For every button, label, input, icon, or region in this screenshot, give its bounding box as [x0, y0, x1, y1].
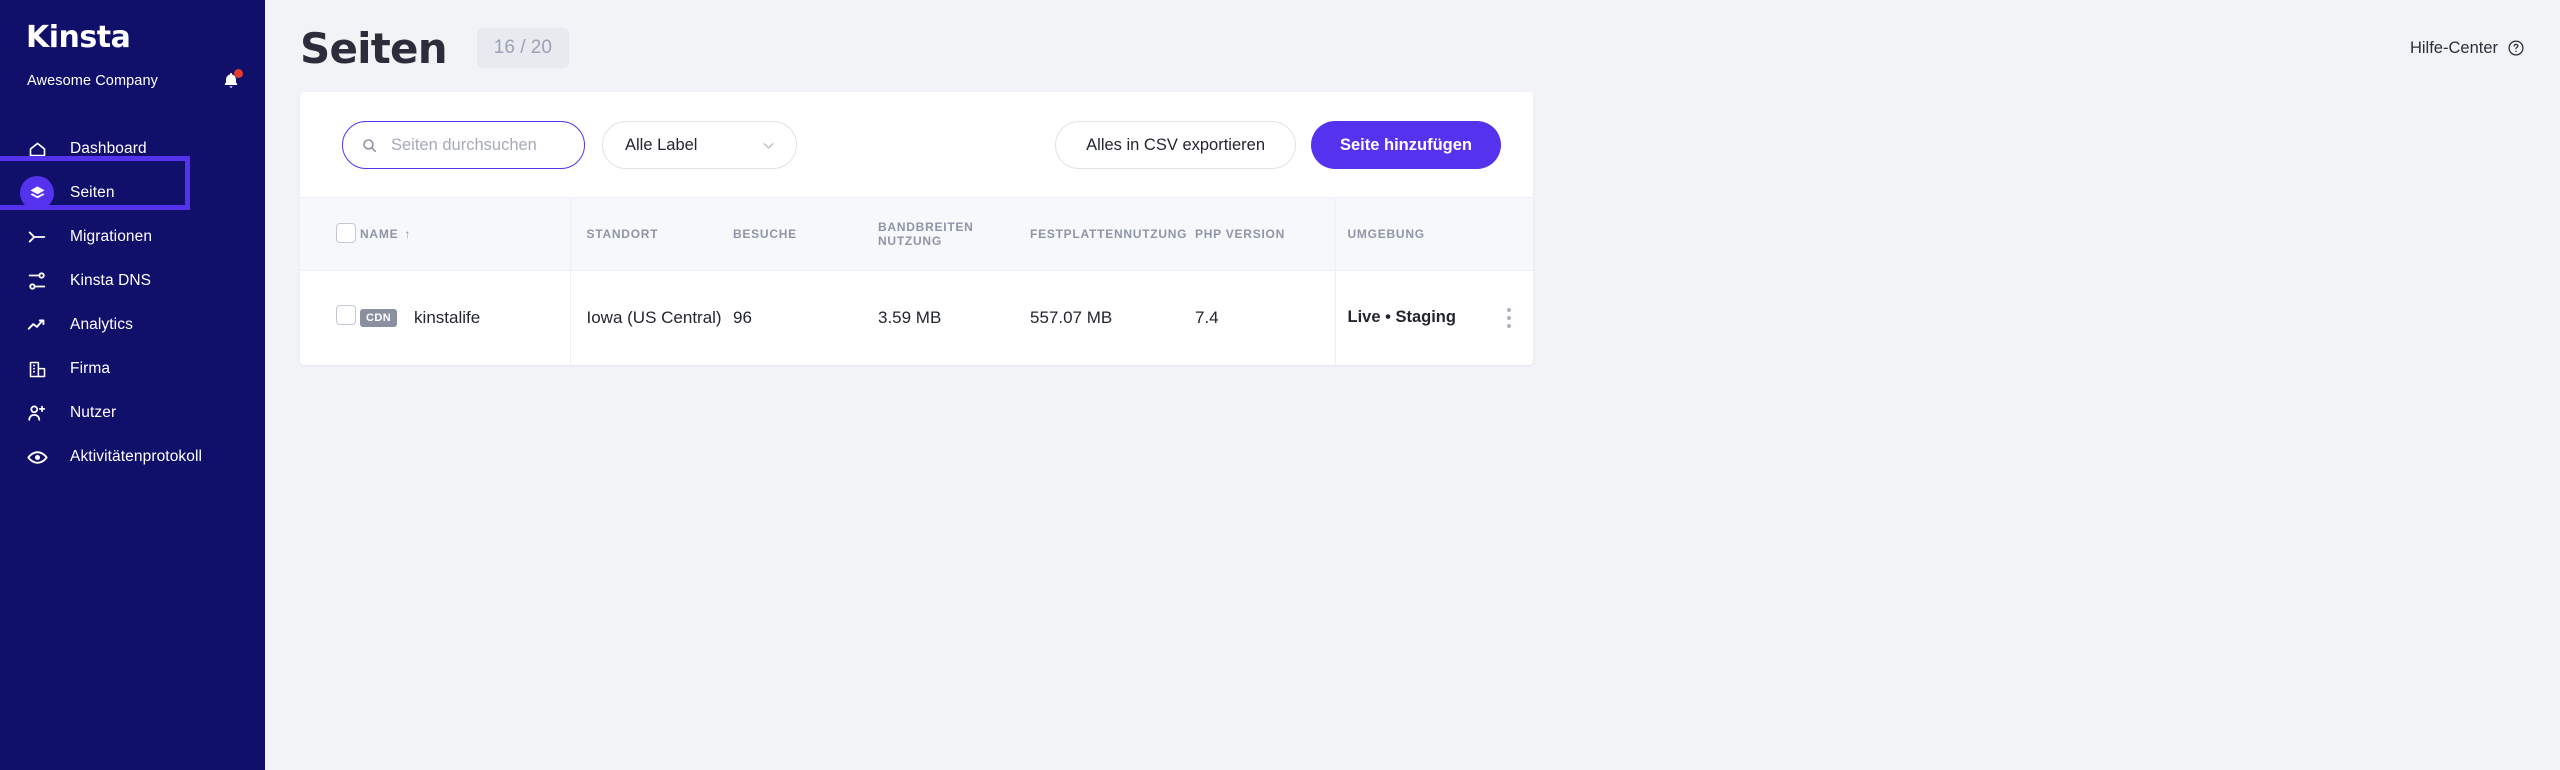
chevron-down-icon — [763, 142, 774, 149]
sidebar-item-migrationen[interactable]: Migrationen — [0, 215, 265, 259]
page-header: Seiten 16 / 20 Hilfe-Center — [300, 0, 2530, 90]
th-php-version[interactable]: PHP VERSION — [1195, 197, 1335, 271]
sidebar: Kinsta Awesome Company Dashboard Seiten … — [0, 0, 265, 770]
sidebar-item-label: Kinsta DNS — [70, 272, 152, 289]
trend-up-icon — [22, 314, 52, 336]
table-head: NAME ↑ STANDORT BESUCHE BANDBREITEN NUTZU… — [300, 197, 1533, 271]
notifications-button[interactable] — [221, 69, 243, 92]
environment-label: Live • Staging — [1347, 308, 1456, 327]
sidebar-item-label: Seiten — [70, 184, 115, 201]
user-plus-icon — [22, 402, 52, 424]
eye-icon — [22, 446, 52, 469]
sidebar-item-label: Firma — [70, 360, 111, 377]
home-icon — [22, 139, 52, 160]
sidebar-item-firma[interactable]: Firma — [0, 347, 265, 391]
migrate-icon — [22, 226, 52, 248]
row-location-cell: Iowa (US Central) — [569, 270, 733, 365]
sidebar-item-kinsta-dns[interactable]: Kinsta DNS — [0, 259, 265, 303]
sidebar-item-label: Migrationen — [70, 228, 153, 245]
sidebar-item-label: Aktivitätenprotokoll — [70, 448, 203, 465]
sidebar-item-analytics[interactable]: Analytics — [0, 303, 265, 347]
sites-toolbar: Seiten durchsuchen Alle Label Alles in C… — [300, 92, 1533, 197]
table-body: CDN kinstalife Iowa (US Central) 96 3.59… — [300, 270, 1533, 365]
question-circle-icon — [2508, 40, 2524, 56]
th-standort[interactable]: STANDORT — [569, 197, 733, 271]
th-besuche[interactable]: BESUCHE — [733, 197, 878, 271]
cdn-badge: CDN — [360, 308, 398, 327]
page-title: Seiten — [300, 23, 448, 73]
export-csv-button[interactable]: Alles in CSV exportieren — [1055, 121, 1296, 169]
row-select-cell — [300, 271, 360, 365]
sites-card: Seiten durchsuchen Alle Label Alles in C… — [300, 92, 1533, 365]
sidebar-item-dashboard[interactable]: Dashboard — [0, 127, 265, 171]
row-visits-cell: 96 — [733, 307, 752, 327]
th-festplattennutzung[interactable]: FESTPLATTENNUTZUNG — [1030, 197, 1195, 271]
row-disk-cell: 557.07 MB — [1030, 307, 1113, 327]
site-name-link[interactable]: kinstalife — [414, 308, 480, 328]
sidebar-item-nutzer[interactable]: Nutzer — [0, 391, 265, 435]
site-count-badge: 16 / 20 — [476, 28, 569, 68]
add-site-button[interactable]: Seite hinzufügen — [1311, 121, 1501, 169]
notification-dot — [234, 69, 243, 78]
company-row: Awesome Company — [0, 58, 265, 92]
dns-icon — [22, 270, 52, 292]
th-select-all — [300, 197, 360, 271]
th-name[interactable]: NAME ↑ — [360, 197, 570, 271]
layers-icon — [20, 176, 54, 210]
search-icon — [363, 138, 376, 152]
search-input[interactable]: Seiten durchsuchen — [342, 121, 585, 169]
row-environment-cell: Live • Staging — [1334, 270, 1533, 365]
label-filter-value: Alle Label — [625, 135, 698, 154]
kebab-menu-icon[interactable] — [1506, 307, 1511, 328]
sidebar-item-label: Analytics — [70, 316, 133, 333]
th-name-label: NAME — [360, 227, 399, 241]
main-content: Seiten 16 / 20 Hilfe-Center Seiten durch… — [265, 0, 2560, 770]
sidebar-item-label: Nutzer — [70, 404, 117, 421]
help-center-link[interactable]: Hilfe-Center — [2410, 39, 2530, 58]
table-header-row: NAME ↑ STANDORT BESUCHE BANDBREITEN NUTZU… — [300, 197, 1533, 271]
app-root: Kinsta Awesome Company Dashboard Seiten … — [0, 0, 2560, 770]
sidebar-item-seiten[interactable]: Seiten — [0, 171, 265, 215]
building-icon — [22, 359, 52, 380]
search-placeholder: Seiten durchsuchen — [391, 135, 537, 154]
sidebar-item-aktivitaetenprotokoll[interactable]: Aktivitätenprotokoll — [0, 435, 265, 479]
select-all-checkbox[interactable] — [336, 222, 356, 243]
kinsta-logo[interactable]: Kinsta — [0, 18, 265, 58]
row-checkbox[interactable] — [336, 305, 356, 326]
sidebar-nav: Dashboard Seiten Migrationen Kinsta DNS … — [0, 127, 265, 479]
sort-asc-icon: ↑ — [404, 227, 412, 241]
table-row[interactable]: CDN kinstalife Iowa (US Central) 96 3.59… — [300, 270, 1533, 365]
th-bandwidth-line1: BANDBREITEN — [878, 220, 974, 234]
label-filter-select[interactable]: Alle Label — [602, 121, 797, 169]
row-name-cell: CDN kinstalife — [360, 271, 570, 365]
row-bandwidth-cell: 3.59 MB — [878, 307, 942, 327]
row-php-cell: 7.4 — [1195, 307, 1219, 327]
company-name: Awesome Company — [27, 73, 158, 89]
th-bandwidth-line2: NUTZUNG — [878, 234, 942, 248]
sites-table: NAME ↑ STANDORT BESUCHE BANDBREITEN NUTZU… — [300, 197, 1533, 365]
help-center-label: Hilfe-Center — [2409, 38, 2498, 57]
th-umgebung[interactable]: UMGEBUNG — [1334, 197, 1533, 271]
th-bandbreiten-nutzung[interactable]: BANDBREITEN NUTZUNG — [878, 197, 1030, 271]
sidebar-item-label: Dashboard — [70, 140, 147, 157]
